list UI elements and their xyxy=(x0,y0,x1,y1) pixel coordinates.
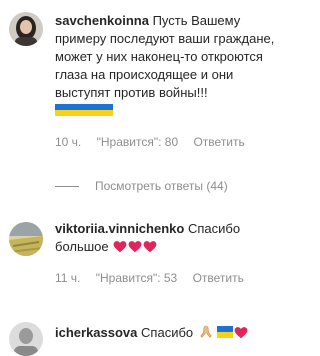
divider xyxy=(55,186,79,188)
folded-hands-icon xyxy=(198,324,214,345)
ukraine-flag-icon xyxy=(55,103,113,121)
comment-body: viktoriia.vinnichenko Спасибо большое xyxy=(55,220,287,259)
comment-username[interactable]: viktoriia.vinnichenko xyxy=(55,221,184,236)
ukraine-flag-icon xyxy=(216,325,233,343)
comment-text: Спасибо xyxy=(141,325,194,340)
comment-meta: 11 ч. "Нравится": 53 Ответить xyxy=(55,271,256,285)
comment-likes[interactable]: "Нравится": 80 xyxy=(97,135,179,149)
red-heart-icon xyxy=(143,240,157,259)
red-heart-icon xyxy=(234,326,248,345)
view-replies-label: Посмотреть ответы (44) xyxy=(95,179,228,193)
view-replies-button[interactable]: Посмотреть ответы (44) xyxy=(55,179,228,193)
red-heart-icon xyxy=(113,240,127,259)
comment-meta: 10 ч. "Нравится": 80 Ответить xyxy=(55,135,257,149)
comment-body: icherkassova Спасибо xyxy=(55,324,287,345)
avatar[interactable] xyxy=(9,12,43,46)
red-heart-icon xyxy=(128,240,142,259)
reply-button[interactable]: Ответить xyxy=(193,271,244,285)
comment-time: 10 ч. xyxy=(55,135,82,149)
comment-likes[interactable]: "Нравится": 53 xyxy=(96,271,178,285)
comment-username[interactable]: icherkassova xyxy=(55,325,137,340)
reply-button[interactable]: Ответить xyxy=(193,135,244,149)
avatar[interactable] xyxy=(9,322,43,356)
comment-time: 11 ч. xyxy=(55,271,81,285)
comment-username[interactable]: savchenkoinna xyxy=(55,13,149,28)
comment-body: savchenkoinna Пусть Вашему примеру после… xyxy=(55,12,287,121)
avatar[interactable] xyxy=(9,222,43,256)
